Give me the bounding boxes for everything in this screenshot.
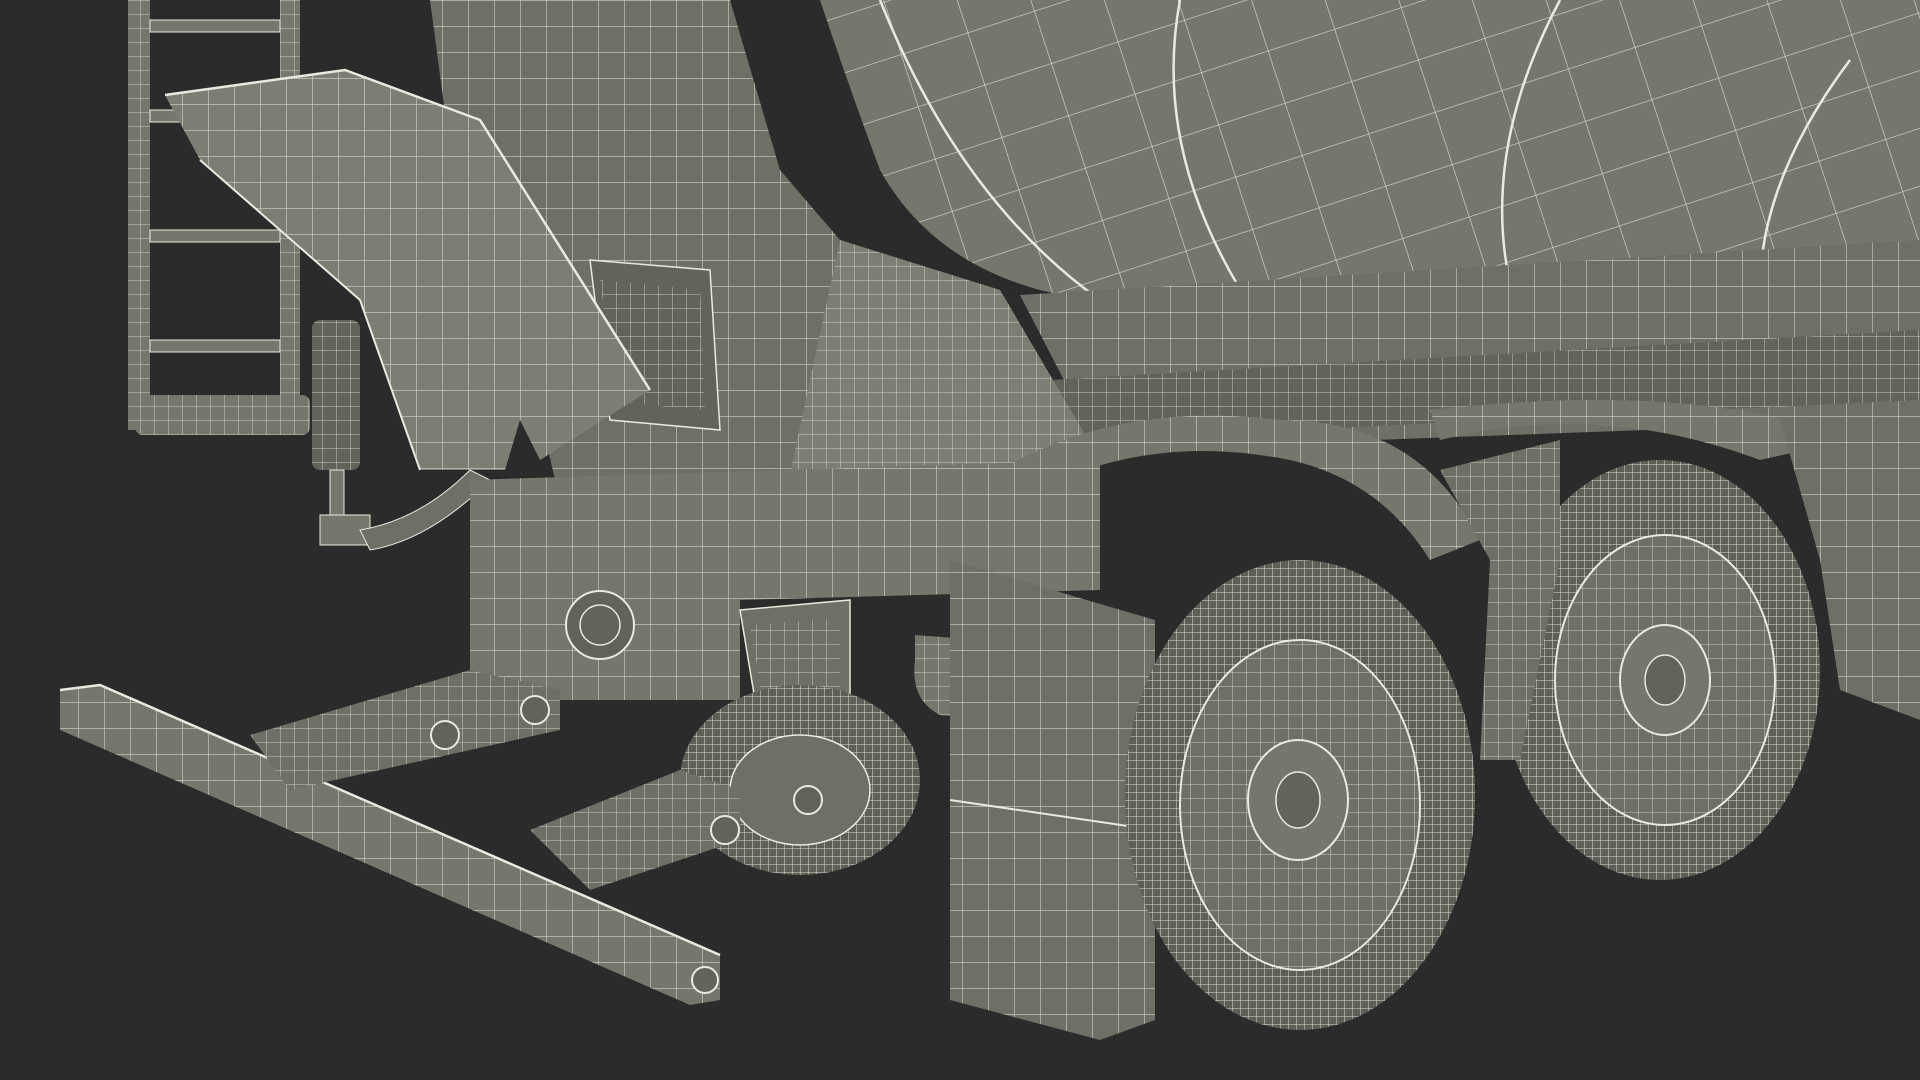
- rear-wheel-1: [1125, 560, 1475, 1030]
- mudflap: [949, 560, 1156, 1040]
- wireframe-render: [0, 0, 1920, 1080]
